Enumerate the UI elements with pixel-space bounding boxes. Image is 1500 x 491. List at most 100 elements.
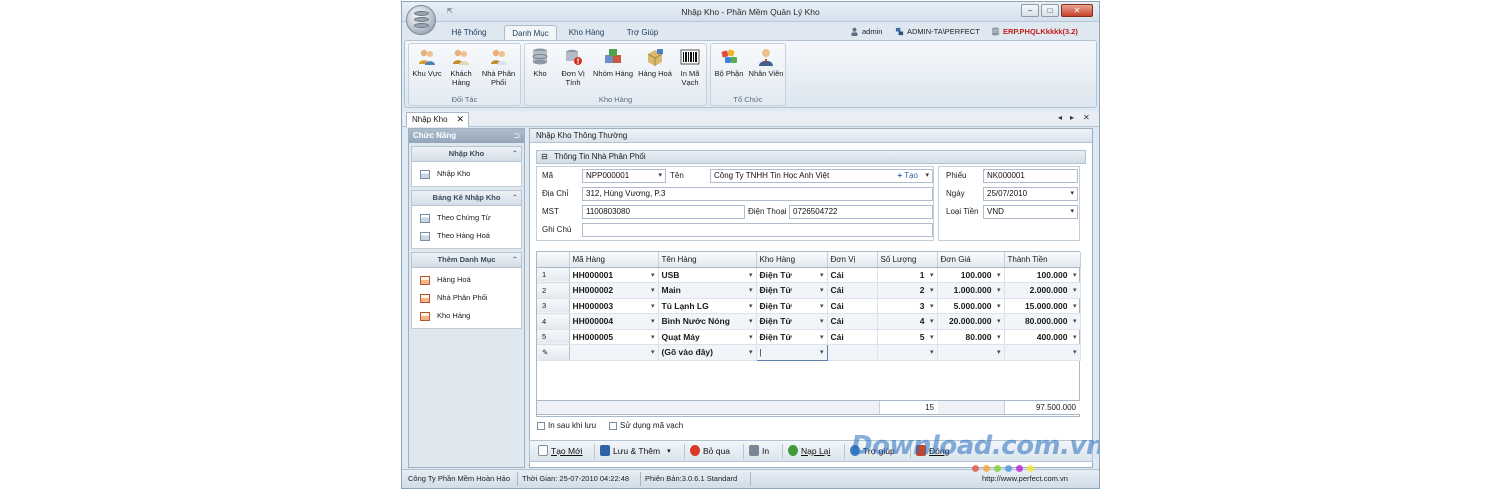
tab-danh-muc[interactable]: Danh Mục xyxy=(504,25,557,41)
dropdown-arrow-icon[interactable]: ▾ xyxy=(651,333,655,341)
dropdown-arrow-icon[interactable]: ▾ xyxy=(997,286,1001,294)
collapse-chevron-icon[interactable]: ⌃ xyxy=(512,191,518,205)
diachi-input[interactable]: 312, Hùng Vương, P.3 xyxy=(582,187,933,201)
ngay-date-picker[interactable]: 25/07/2010 ▾ xyxy=(983,187,1078,201)
dropdown-arrow-icon[interactable]: ▾ xyxy=(820,271,824,279)
dropdown-arrow-icon[interactable]: ▾ xyxy=(997,348,1001,356)
cell-ma-hang[interactable]: HH000004 ▾ xyxy=(569,313,659,330)
nav-item-nhap-kho[interactable]: Nhập Kho xyxy=(412,165,521,183)
row-number[interactable]: 5 xyxy=(537,329,570,345)
cell-so-luong[interactable]: 1 ▾ xyxy=(877,267,938,283)
cell-so-luong[interactable]: 5 ▾ xyxy=(877,329,938,345)
maximize-button[interactable]: □ xyxy=(1041,4,1059,17)
cell-thanh-tien[interactable]: 400.000 ▾ xyxy=(1004,329,1081,345)
cell-don-gia[interactable]: ▾ xyxy=(937,344,1005,361)
checkbox-box[interactable] xyxy=(609,421,617,430)
cell-ma-hang[interactable]: HH000002 ▾ xyxy=(569,282,659,299)
cell-ma-hang[interactable]: ▾ xyxy=(569,344,659,361)
cell-don-gia[interactable]: 100.000 ▾ xyxy=(937,267,1005,283)
ribbon-button-nhan-vien[interactable]: Nhân Viên xyxy=(747,47,785,78)
ribbon-button-kho[interactable]: Kho xyxy=(529,47,551,78)
cell-kho-hang[interactable]: Điện Tử ▾ xyxy=(756,282,828,299)
pin-icon[interactable]: ⊐ xyxy=(513,129,520,143)
cell-don-gia[interactable]: 80.000 ▾ xyxy=(937,329,1005,345)
cell-kho-hang-editing[interactable]: | ▾ xyxy=(755,344,828,361)
row-number[interactable]: 4 xyxy=(537,313,570,330)
dienthoai-input[interactable]: 0726504722 xyxy=(789,205,933,219)
ten-select[interactable]: Công Ty TNHH Tin Học Anh Việt + Tạo ▾ xyxy=(710,169,933,183)
nav-section-nhap-kho[interactable]: Nhập Kho ⌃ xyxy=(411,146,522,162)
dropdown-arrow-icon[interactable]: ▾ xyxy=(997,271,1001,279)
cell-thanh-tien[interactable]: 15.000.000 ▾ xyxy=(1004,298,1081,314)
nav-item-nha-phan-phoi[interactable]: Nhà Phân Phối xyxy=(412,289,521,307)
table-row[interactable]: 4 HH000004 ▾ Bình Nước Nóng ▾ Điện Tử ▾ Cái… xyxy=(537,313,1081,330)
cell-don-gia[interactable]: 1.000.000 ▾ xyxy=(937,282,1005,299)
column-header-kho-hang[interactable]: Kho Hàng xyxy=(756,252,828,268)
cell-don-vi[interactable]: Cái xyxy=(827,313,878,330)
cell-kho-hang[interactable]: Điện Tử ▾ xyxy=(756,298,828,314)
tab-he-thong[interactable]: Hệ Thống xyxy=(444,25,494,41)
dropdown-arrow-icon[interactable]: ▾ xyxy=(997,333,1001,341)
ribbon-button-bo-phan[interactable]: Bộ Phận xyxy=(713,47,745,78)
dropdown-arrow-icon[interactable]: ▾ xyxy=(749,271,753,279)
cell-so-luong[interactable]: 3 ▾ xyxy=(877,298,938,314)
cell-ten-hang[interactable]: Bình Nước Nóng ▾ xyxy=(658,313,757,330)
column-header-ten-hang[interactable]: Tên Hàng xyxy=(658,252,757,268)
cell-ma-hang[interactable]: HH000001 ▾ xyxy=(569,267,659,283)
ma-select[interactable]: NPP000001 ▾ xyxy=(582,169,666,183)
checkbox-box[interactable] xyxy=(537,421,545,430)
table-row[interactable]: 1 HH000001 ▾ USB ▾ Điện Tử ▾ Cái 1 ▾ 100.000… xyxy=(537,267,1081,283)
minimize-button[interactable]: – xyxy=(1021,4,1039,17)
column-header-ma-hang[interactable]: Mã Hàng xyxy=(569,252,659,268)
cell-kho-hang[interactable]: Điện Tử ▾ xyxy=(756,267,828,283)
table-row[interactable]: 3 HH000003 ▾ Tủ Lạnh LG ▾ Điện Tử ▾ Cái 3 ▾ … xyxy=(537,298,1081,314)
scroll-left-icon[interactable]: ◂ xyxy=(1058,113,1062,122)
dropdown-arrow-icon[interactable]: ▾ xyxy=(651,302,655,310)
ribbon-button-khu-vuc[interactable]: Khu Vực xyxy=(411,47,443,78)
dropdown-arrow-icon[interactable]: ▾ xyxy=(749,302,753,310)
cell-so-luong[interactable]: ▾ xyxy=(877,344,938,361)
close-tab-icon[interactable]: ✕ xyxy=(456,113,464,126)
tao-button[interactable]: + Tạo xyxy=(897,170,918,182)
ribbon-button-hang-hoa[interactable]: Hàng Hoá xyxy=(636,47,674,78)
cell-don-vi[interactable]: Cái xyxy=(827,267,878,283)
dropdown-arrow-icon[interactable]: ▾ xyxy=(1073,286,1077,294)
row-number[interactable]: 2 xyxy=(537,282,570,299)
dropdown-arrow-icon[interactable]: ▾ xyxy=(1073,317,1077,325)
cell-ma-hang[interactable]: HH000005 ▾ xyxy=(569,329,659,345)
bo-qua-button[interactable]: Bỏ qua xyxy=(690,445,730,456)
in-button[interactable]: In xyxy=(749,445,769,456)
cell-so-luong[interactable]: 4 ▾ xyxy=(877,313,938,330)
cell-ten-hang[interactable]: Quạt Máy ▾ xyxy=(658,329,757,345)
app-menu-orb-icon[interactable] xyxy=(406,5,436,35)
dropdown-arrow-icon[interactable]: ▾ xyxy=(820,333,824,341)
tao-moi-button[interactable]: Tạo Mới xyxy=(538,445,583,456)
dropdown-arrow-icon[interactable]: ▾ xyxy=(1073,271,1077,279)
tab-tro-giup[interactable]: Trợ Giúp xyxy=(620,25,665,41)
row-number[interactable]: 3 xyxy=(537,298,570,314)
cell-ten-hang[interactable]: Tủ Lạnh LG ▾ xyxy=(658,298,757,314)
luu-them-button[interactable]: Lưu & Thêm ▾ xyxy=(600,445,671,456)
collapse-chevron-icon[interactable]: ⌃ xyxy=(512,253,518,267)
cell-don-gia[interactable]: 5.000.000 ▾ xyxy=(937,298,1005,314)
dropdown-arrow-icon[interactable]: ▾ xyxy=(651,348,655,356)
nav-item-theo-chung-tu[interactable]: Theo Chứng Từ xyxy=(412,209,521,227)
mst-input[interactable]: 1100803080 xyxy=(582,205,745,219)
dropdown-arrow-icon[interactable]: ▾ xyxy=(1073,302,1077,310)
cell-thanh-tien[interactable]: 2.000.000 ▾ xyxy=(1004,282,1081,299)
collapse-toggle-icon[interactable]: ⊟ xyxy=(541,151,548,163)
dropdown-arrow-icon[interactable]: ▾ xyxy=(1073,333,1077,341)
row-number[interactable]: 1 xyxy=(537,267,570,283)
dropdown-arrow-icon[interactable]: ▾ xyxy=(820,317,824,325)
nap-lai-button[interactable]: Nạp Lại xyxy=(788,445,830,456)
dropdown-arrow-icon[interactable]: ▾ xyxy=(997,302,1001,310)
dropdown-arrow-icon[interactable]: ▾ xyxy=(651,317,655,325)
tab-kho-hang[interactable]: Kho Hàng xyxy=(564,25,609,41)
table-row[interactable]: 5 HH000005 ▾ Quạt Máy ▾ Điện Tử ▾ Cái 5 ▾ 80… xyxy=(537,329,1081,345)
dropdown-arrow-icon[interactable]: ▾ xyxy=(651,286,655,294)
column-header-don-gia[interactable]: Đơn Giá xyxy=(937,252,1005,268)
dropdown-arrow-icon[interactable]: ▾ xyxy=(820,348,824,356)
column-header-so-luong[interactable]: Số Lượng xyxy=(877,252,938,268)
dropdown-arrow-icon[interactable]: ▾ xyxy=(997,317,1001,325)
close-all-icon[interactable]: ✕ xyxy=(1083,113,1090,122)
